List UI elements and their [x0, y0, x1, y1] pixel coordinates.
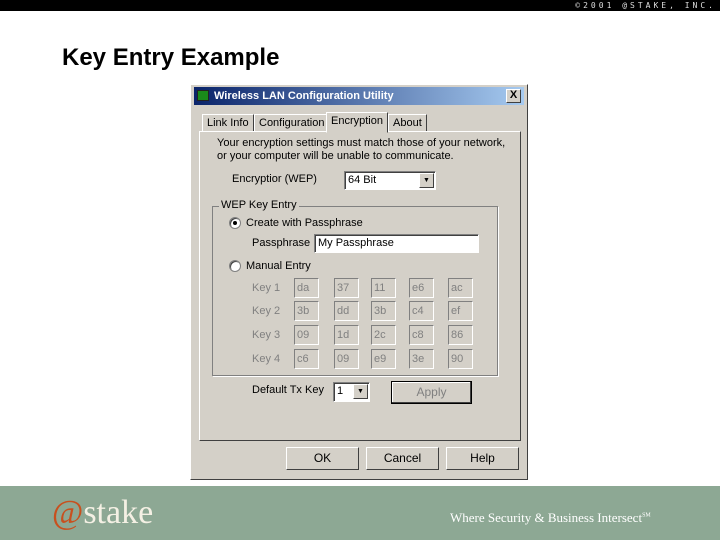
key-byte-input[interactable]: 3e — [409, 349, 434, 369]
passphrase-input[interactable]: My Passphrase — [314, 234, 479, 253]
passphrase-label: Passphrase — [252, 237, 311, 249]
tagline: Where Security & Business IntersectSM — [450, 510, 651, 526]
ok-button[interactable]: OK — [286, 447, 359, 470]
key-byte-input[interactable]: 86 — [448, 325, 473, 345]
key-byte-input[interactable]: 3b — [294, 301, 319, 321]
key-byte-input[interactable]: 11 — [371, 278, 396, 298]
top-bar: ©2001 @STAKE, INC. — [0, 0, 720, 11]
title-bar[interactable]: Wireless LAN Configuration Utility X — [194, 87, 524, 105]
default-tx-select[interactable]: 1 ▼ — [333, 382, 370, 402]
tab-configuration[interactable]: Configuration — [254, 114, 330, 132]
key-byte-input[interactable]: 3b — [371, 301, 396, 321]
apply-button[interactable]: Apply — [391, 381, 472, 404]
key-byte-input[interactable]: da — [294, 278, 319, 298]
key-byte-input[interactable]: 1d — [334, 325, 359, 345]
chevron-down-icon[interactable]: ▼ — [419, 173, 434, 188]
key-byte-input[interactable]: c6 — [294, 349, 319, 369]
cancel-button[interactable]: Cancel — [366, 447, 439, 470]
notice-line-1: Your encryption settings must match thos… — [217, 137, 506, 149]
key-label: Key 4 — [252, 353, 281, 365]
logo-text: stake — [83, 494, 154, 531]
encryption-select[interactable]: 64 Bit ▼ — [344, 171, 436, 190]
key-byte-input[interactable]: 09 — [334, 349, 359, 369]
radio-passphrase-label[interactable]: Create with Passphrase — [246, 217, 363, 229]
tab-encryption[interactable]: Encryption — [326, 112, 388, 133]
key-byte-input[interactable]: ef — [448, 301, 473, 321]
key-byte-input[interactable]: ac — [448, 278, 473, 298]
default-tx-label: Default Tx Key — [252, 384, 324, 396]
dialog-title: Wireless LAN Configuration Utility — [214, 90, 394, 102]
tab-about[interactable]: About — [388, 114, 427, 132]
key-byte-input[interactable]: 09 — [294, 325, 319, 345]
radio-passphrase[interactable] — [229, 217, 241, 229]
key-byte-input[interactable]: e9 — [371, 349, 396, 369]
key-byte-input[interactable]: 37 — [334, 278, 359, 298]
wireless-app-icon — [197, 90, 209, 101]
key-byte-input[interactable]: c4 — [409, 301, 434, 321]
close-button[interactable]: X — [506, 89, 521, 103]
slide-title: Key Entry Example — [62, 44, 280, 71]
key-byte-input[interactable]: 90 — [448, 349, 473, 369]
key-byte-input[interactable]: c8 — [409, 325, 434, 345]
service-mark: SM — [642, 512, 651, 519]
copyright: ©2001 @STAKE, INC. — [575, 1, 716, 10]
key-label: Key 1 — [252, 282, 281, 294]
encryption-label: Encryptior (WEP) — [232, 173, 317, 185]
key-byte-input[interactable]: dd — [334, 301, 359, 321]
help-button[interactable]: Help — [446, 447, 519, 470]
encryption-value: 64 Bit — [348, 174, 377, 186]
radio-manual[interactable] — [229, 260, 241, 272]
logo-at: @ — [52, 494, 84, 531]
group-label: WEP Key Entry — [219, 199, 299, 211]
radio-manual-label[interactable]: Manual Entry — [246, 260, 311, 272]
default-tx-value: 1 — [337, 385, 344, 397]
tab-link-info[interactable]: Link Info — [202, 114, 254, 132]
stake-logo: @stake — [52, 494, 153, 532]
key-label: Key 3 — [252, 329, 281, 341]
key-byte-input[interactable]: e6 — [409, 278, 434, 298]
key-byte-input[interactable]: 2c — [371, 325, 396, 345]
chevron-down-icon[interactable]: ▼ — [353, 384, 368, 399]
notice-line-2: or your computer will be unable to commu… — [217, 150, 454, 162]
config-dialog: Wireless LAN Configuration Utility X Lin… — [190, 84, 528, 480]
key-label: Key 2 — [252, 305, 281, 317]
tagline-text: Where Security & Business Intersect — [450, 510, 643, 525]
